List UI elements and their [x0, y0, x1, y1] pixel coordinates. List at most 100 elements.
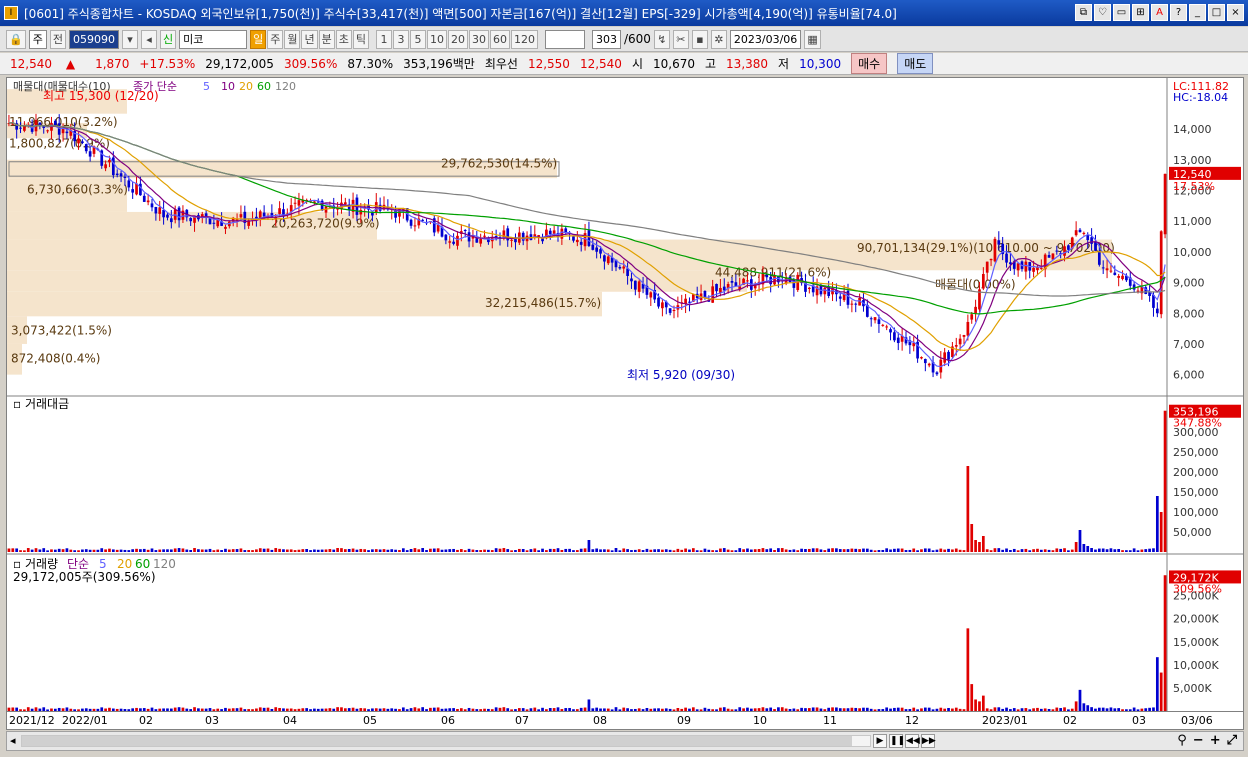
volume-bar — [386, 708, 390, 711]
volume-bar — [815, 707, 819, 711]
pause-icon[interactable]: ❚❚ — [889, 734, 905, 748]
candle-body — [409, 219, 413, 226]
speaker-icon[interactable]: ◂ — [140, 29, 157, 49]
volume-bar — [227, 708, 231, 711]
volume-bar — [862, 707, 865, 711]
current-pct-label: 17.53% — [1173, 180, 1215, 193]
chart-area[interactable]: 11,966,010(3.2%) 1,800,827(0.9%) 29,762,53… — [6, 77, 1244, 712]
volume-bar — [119, 708, 123, 711]
num-1[interactable]: 1 — [375, 29, 392, 49]
amount-bar — [664, 549, 668, 552]
zoom-out-icon[interactable]: − — [1193, 733, 1204, 748]
candle-body — [572, 236, 575, 241]
amount-bar — [320, 549, 324, 552]
period-select[interactable]: 주 — [28, 29, 47, 49]
tab-3[interactable]: 년 — [301, 29, 318, 49]
candle-body — [885, 326, 889, 328]
amount-bar — [893, 548, 896, 552]
amount-bar — [719, 548, 722, 552]
volume-bar — [65, 707, 69, 711]
title-button-5[interactable]: ? — [1170, 4, 1187, 21]
num-3[interactable]: 3 — [392, 29, 409, 49]
search-icon[interactable]: ▾ — [121, 29, 138, 49]
title-button-4[interactable]: A — [1151, 4, 1168, 21]
amount-bar — [401, 548, 405, 552]
tab-5[interactable]: 초 — [335, 29, 352, 49]
empty-input[interactable] — [544, 29, 585, 49]
candle-body — [216, 220, 220, 227]
candle-body — [463, 229, 467, 231]
candle-body — [947, 351, 950, 360]
title-button-6[interactable]: _ — [1189, 4, 1206, 21]
x-tick: 02 — [1063, 714, 1077, 727]
candle-body — [622, 266, 626, 269]
candle-body — [1047, 255, 1051, 258]
tools-icon[interactable]: ✂ — [672, 29, 689, 49]
count-input[interactable]: 303 — [591, 29, 621, 49]
title-button-3[interactable]: ⊞ — [1132, 4, 1149, 21]
candle-body — [591, 244, 595, 250]
first-icon[interactable]: ◀◀ — [905, 734, 920, 748]
tab-2[interactable]: 월 — [284, 29, 301, 49]
num-20[interactable]: 20 — [447, 29, 468, 49]
candle-body — [359, 209, 363, 215]
y-tick-label: 11,000 — [1173, 215, 1212, 228]
sell-button[interactable]: 매도 — [897, 53, 934, 74]
title-button-1[interactable]: ♡ — [1094, 4, 1111, 21]
num-30[interactable]: 30 — [468, 29, 489, 49]
amount-bar — [19, 550, 22, 552]
amount-bar — [162, 549, 165, 552]
tab-6[interactable]: 틱 — [352, 29, 369, 49]
amount-bar — [193, 548, 196, 552]
title-button-0[interactable]: ⧉ — [1075, 4, 1092, 21]
amount-bar — [212, 550, 216, 552]
candle-body — [1024, 261, 1028, 272]
candle-body — [587, 230, 591, 246]
play-icon[interactable]: ▶ — [873, 734, 887, 748]
volume-bar — [974, 699, 977, 711]
calendar-icon[interactable]: ▦ — [804, 29, 821, 49]
chart-svg[interactable]: 11,966,010(3.2%)1,800,827(0.9%)29,762,53… — [7, 78, 1243, 711]
title-button-7[interactable]: □ — [1208, 4, 1225, 21]
volume-bar — [1028, 709, 1032, 711]
amount-bar — [394, 549, 397, 552]
volume-bar — [943, 708, 947, 711]
amount-bar — [575, 550, 579, 552]
fit-icon[interactable]: ⤢ — [1227, 733, 1237, 748]
scroll-left-icon[interactable]: ◂ — [10, 734, 16, 747]
x-tick: 09 — [677, 714, 691, 727]
volume-bar — [877, 709, 881, 711]
code-input[interactable]: 059090 — [68, 29, 119, 49]
num-10[interactable]: 10 — [426, 29, 447, 49]
title-button-8[interactable]: × — [1227, 4, 1244, 21]
prev-button[interactable]: 전 — [49, 29, 66, 49]
chart-icon[interactable]: ↯ — [653, 29, 670, 49]
amount-bar — [285, 549, 289, 552]
scroll-thumb[interactable] — [22, 736, 852, 746]
num-120[interactable]: 120 — [510, 29, 538, 49]
save-icon[interactable]: ▪ — [691, 29, 708, 49]
gear-icon[interactable]: ✲ — [710, 29, 727, 49]
volume-bar — [487, 708, 490, 711]
amount-bar — [1090, 548, 1093, 552]
buy-button[interactable]: 매수 — [851, 53, 888, 74]
tab-0[interactable]: 일 — [250, 29, 267, 49]
title-button-2[interactable]: ▭ — [1113, 4, 1130, 21]
amount-bar — [811, 548, 815, 552]
last-icon[interactable]: ▶▶ — [921, 734, 936, 748]
amount-bar — [73, 550, 77, 552]
tab-4[interactable]: 분 — [318, 29, 335, 49]
scrollbar[interactable] — [21, 735, 871, 747]
date-input[interactable]: 2023/03/06 — [729, 29, 802, 49]
zoom-search-icon[interactable]: ⚲ — [1177, 733, 1187, 748]
tab-1[interactable]: 주 — [267, 29, 284, 49]
num-5[interactable]: 5 — [409, 29, 426, 49]
lock-icon[interactable]: 🔒 — [6, 29, 26, 49]
volume-bar — [1082, 703, 1086, 711]
zoom-in-icon[interactable]: + — [1210, 733, 1221, 748]
volume-bar — [699, 709, 703, 711]
volume-bar — [835, 707, 838, 711]
num-60[interactable]: 60 — [489, 29, 510, 49]
candle-body — [606, 256, 610, 264]
amount-bar — [166, 549, 169, 552]
